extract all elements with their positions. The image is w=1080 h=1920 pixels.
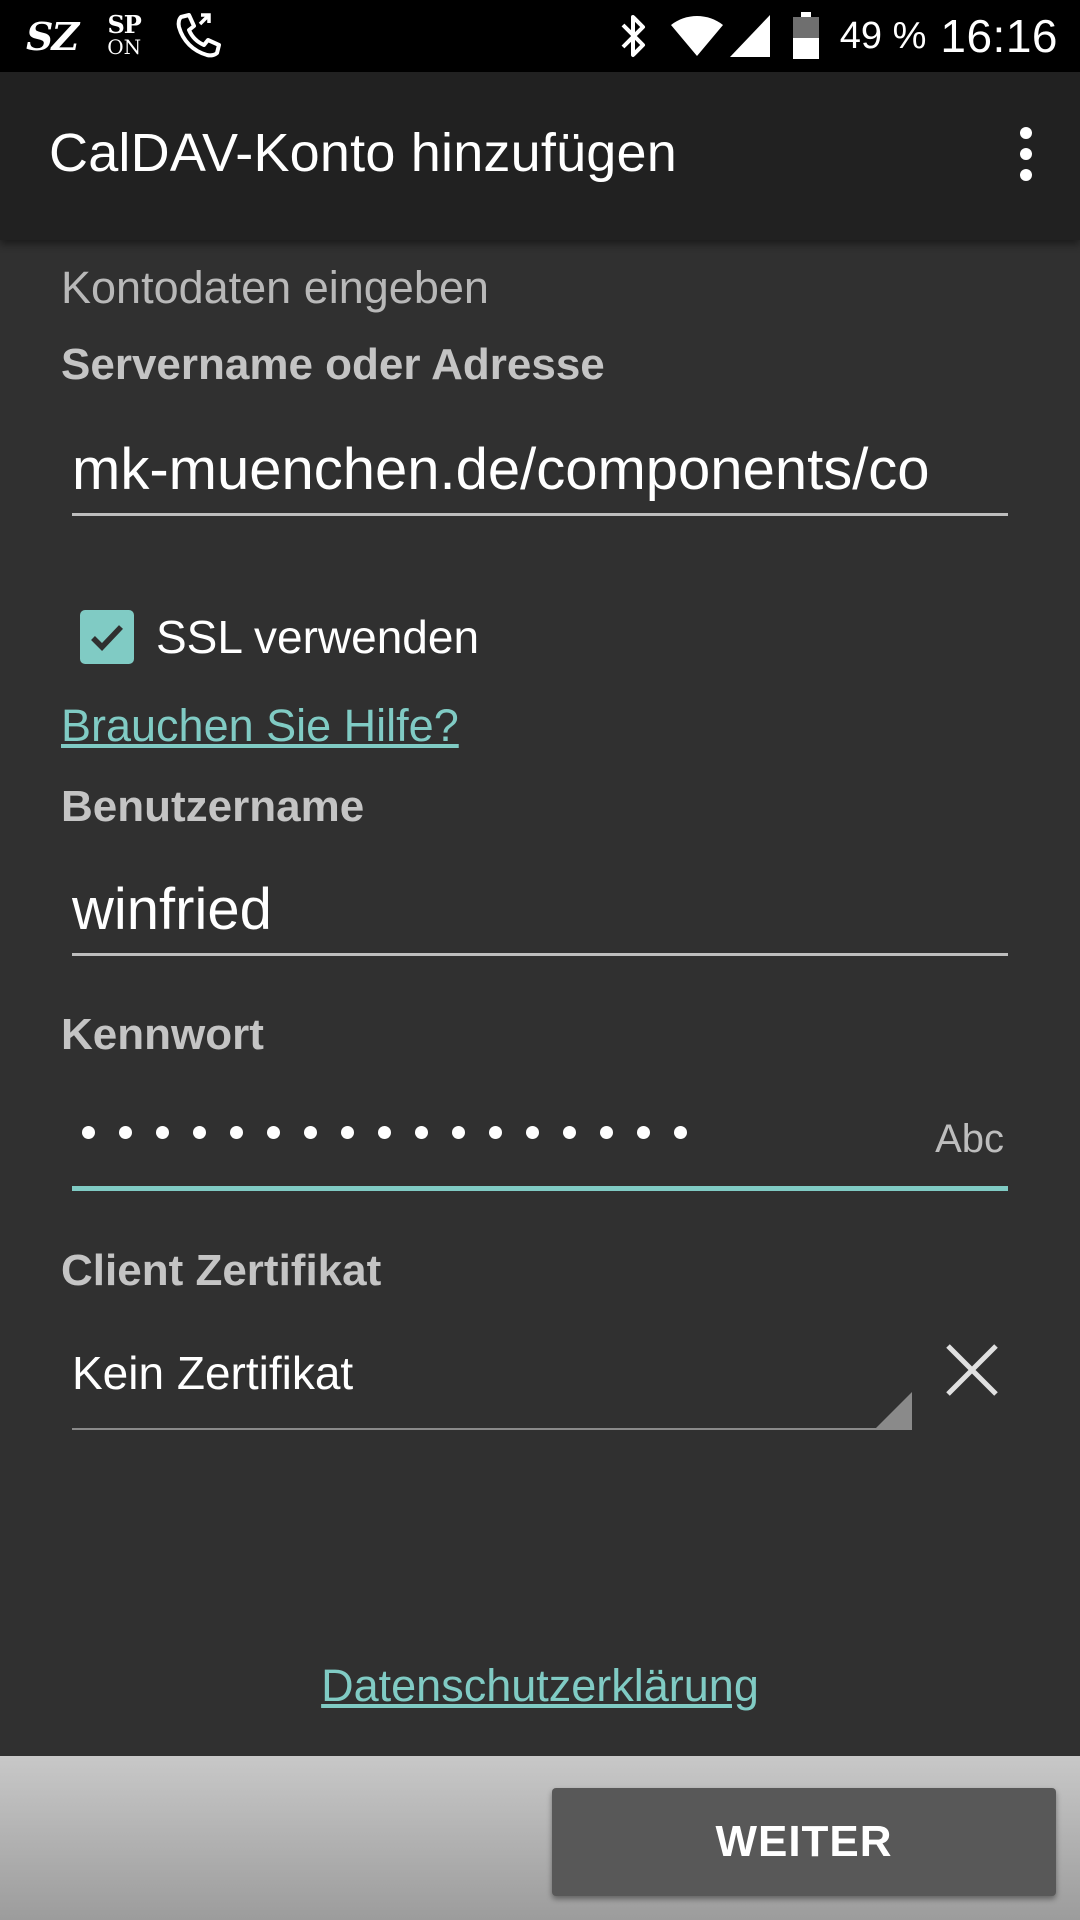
overflow-menu-dot — [1020, 169, 1032, 181]
ssl-checkbox-row[interactable]: SSL verwenden — [80, 610, 479, 664]
page-title: CalDAV-Konto hinzufügen — [49, 123, 677, 183]
password-mask — [82, 1126, 687, 1139]
app-bar: CalDAV-Konto hinzufügen — [0, 72, 1080, 240]
dropdown-triangle-icon — [876, 1392, 912, 1428]
battery-percentage: 49 % — [839, 14, 927, 57]
bottom-action-bar: WEITER — [0, 1756, 1080, 1920]
password-mask-dot — [304, 1126, 317, 1139]
password-mask-dot — [526, 1126, 539, 1139]
ssl-checkbox-label: SSL verwenden — [156, 611, 480, 663]
screen: SZ SP ON 49 % 16:16 CalDAV-Konto hinzufü… — [0, 0, 1080, 1920]
password-mask-dot — [193, 1126, 206, 1139]
password-label: Kennwort — [61, 1010, 264, 1059]
password-mask-dot — [82, 1126, 95, 1139]
spiegel-online-app-icon: SP ON — [107, 10, 142, 59]
password-mask-dot — [452, 1126, 465, 1139]
password-mask-dot — [267, 1126, 280, 1139]
wifi-icon — [670, 15, 724, 57]
password-mask-dot — [563, 1126, 576, 1139]
overflow-menu-icon — [1020, 127, 1032, 139]
client-certificate-label: Client Zertifikat — [61, 1246, 382, 1295]
next-button[interactable]: WEITER — [552, 1788, 1056, 1896]
help-link[interactable]: Brauchen Sie Hilfe? — [61, 700, 459, 752]
ssl-checkbox[interactable] — [80, 610, 134, 664]
password-mask-dot — [637, 1126, 650, 1139]
password-mask-dot — [156, 1126, 169, 1139]
status-bar-clock: 16:16 — [940, 10, 1058, 62]
client-certificate-value: Kein Zertifikat — [72, 1347, 354, 1399]
overflow-menu-button[interactable] — [1002, 122, 1050, 186]
password-mask-dot — [415, 1126, 428, 1139]
client-certificate-dropdown[interactable]: Kein Zertifikat — [72, 1340, 912, 1430]
password-mask-dot — [674, 1126, 687, 1139]
bluetooth-icon — [618, 13, 648, 59]
spiegel-online-icon-bottom: ON — [107, 35, 142, 59]
password-mask-dot — [378, 1126, 391, 1139]
status-bar-notifications: SZ SP ON — [26, 0, 225, 72]
password-mask-dot — [119, 1126, 132, 1139]
password-mask-dot — [489, 1126, 502, 1139]
privacy-policy-link-label: Datenschutzerklärung — [321, 1660, 759, 1711]
status-bar-system: 49 % 16:16 — [596, 0, 1058, 72]
username-input[interactable]: winfried — [72, 876, 1008, 956]
password-mask-dot — [230, 1126, 243, 1139]
privacy-policy-link[interactable]: Datenschutzerklärung — [0, 1660, 1080, 1712]
phone-call-icon — [171, 9, 225, 64]
password-mask-dot — [341, 1126, 354, 1139]
overflow-menu-dot — [1020, 148, 1032, 160]
battery-icon — [792, 12, 820, 60]
section-title: Kontodaten eingeben — [61, 262, 489, 313]
username-label: Benutzername — [61, 782, 365, 831]
server-label: Servername oder Adresse — [61, 340, 605, 389]
status-bar: SZ SP ON 49 % 16:16 — [0, 0, 1080, 72]
sz-app-icon: SZ — [26, 13, 79, 59]
close-icon — [946, 1344, 998, 1396]
cell-signal-icon — [729, 15, 770, 57]
password-mask-dot — [600, 1126, 613, 1139]
spiegel-online-icon-top: SP — [107, 10, 141, 39]
clear-certificate-button[interactable] — [944, 1342, 1000, 1398]
server-address-input[interactable]: mk-muenchen.de/components/co — [72, 436, 1008, 516]
password-input[interactable] — [72, 1094, 1008, 1191]
checkmark-icon — [91, 625, 123, 651]
password-keyboard-hint: Abc — [935, 1117, 1004, 1161]
